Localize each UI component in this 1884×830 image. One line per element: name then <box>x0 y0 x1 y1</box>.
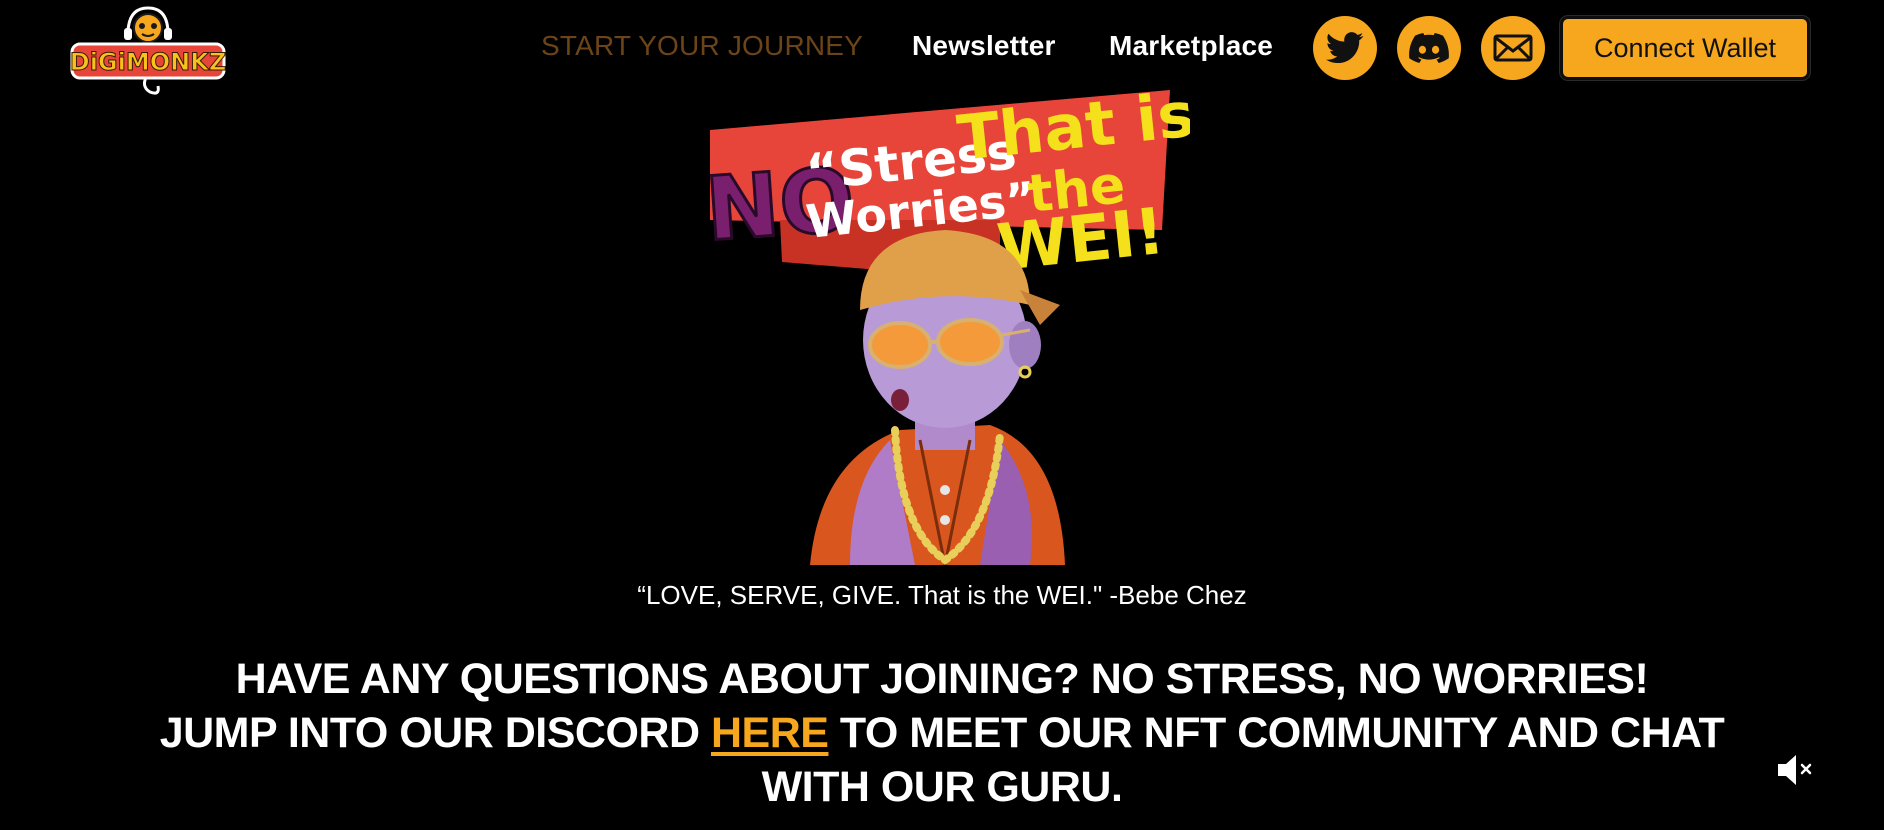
monk-illustration: NO “Stress Worries” That is the WEI! <box>701 77 1198 566</box>
cta-line-2-post: TO MEET OUR NFT COMMUNITY AND CHAT <box>828 709 1725 757</box>
logo-graphic: DiGiMONKZ <box>69 6 227 95</box>
cta-line-3: WITH OUR GURU. <box>761 763 1123 811</box>
mail-icon <box>1493 34 1533 62</box>
mute-toggle-button[interactable] <box>1774 752 1814 788</box>
quote-text: “LOVE, SERVE, GIVE. That is the WEI." -B… <box>637 580 1247 610</box>
cta-line-2: JUMP INTO OUR DISCORD HERE TO MEET OUR N… <box>100 706 1784 760</box>
nav-newsletter[interactable]: Newsletter <box>912 30 1056 62</box>
cta-line-2-pre: JUMP INTO OUR DISCORD <box>159 709 711 757</box>
mouth <box>891 389 909 411</box>
page: DiGiMONKZ START YOUR JOURNEY Newsletter … <box>0 0 1884 830</box>
digimonkz-logo[interactable]: DiGiMONKZ <box>69 4 227 98</box>
connect-wallet-button[interactable]: Connect Wallet <box>1560 16 1810 80</box>
mute-icon <box>1778 755 1812 785</box>
hero-artwork: NO “Stress Worries” That is the WEI! <box>700 77 1198 566</box>
twitter-button[interactable] <box>1313 16 1377 80</box>
discord-icon <box>1409 33 1449 63</box>
cta-headline: HAVE ANY QUESTIONS ABOUT JOINING? NO STR… <box>100 652 1784 814</box>
nav-start-your-journey[interactable]: START YOUR JOURNEY <box>541 30 863 62</box>
discord-here-link[interactable]: HERE <box>711 709 829 757</box>
cta-line-1: HAVE ANY QUESTIONS ABOUT JOINING? NO STR… <box>235 655 1649 703</box>
twitter-icon <box>1326 32 1364 64</box>
discord-button[interactable] <box>1397 16 1461 80</box>
email-button[interactable] <box>1481 16 1545 80</box>
nav-marketplace[interactable]: Marketplace <box>1109 30 1273 62</box>
ear <box>1009 321 1041 369</box>
logo-wordmark: DiGiMONKZ <box>70 48 226 76</box>
